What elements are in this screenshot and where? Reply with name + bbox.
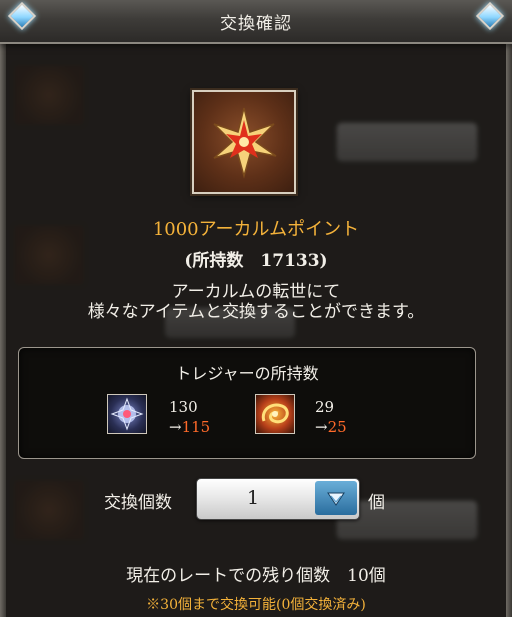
dialog-header: 交換確認 — [0, 0, 512, 44]
owned-count: (所持数 17133) — [184, 251, 328, 271]
dialog-title: 交換確認 — [220, 14, 292, 34]
description-line: 様々なアイテムと交換することができます。 — [87, 302, 425, 322]
blue-crystal-treasure-icon — [107, 394, 147, 434]
dropdown-arrow-button[interactable] — [315, 481, 357, 515]
frame-rail-right — [506, 42, 512, 617]
item-thumbnail — [192, 90, 296, 194]
frame-rail-left — [0, 42, 6, 617]
treasure-current: 29 — [315, 398, 335, 416]
treasure-count: 130 →115 — [169, 397, 210, 437]
treasure-count: 29 →25 — [315, 397, 347, 437]
treasure-after-line: →25 — [315, 418, 347, 436]
item-name: 1000アーカルムポイント — [152, 219, 360, 240]
treasure-after: 25 — [327, 418, 347, 436]
treasure-panel-title: トレジャーの所持数 — [175, 364, 319, 383]
quantity-unit: 個 — [368, 493, 385, 513]
treasure-after: 115 — [181, 418, 211, 436]
fire-swirl-treasure-icon — [255, 394, 295, 434]
exchange-confirm-dialog: 交換確認 1000アーカルムポイント (所持数 17133) アーカルムの転世に… — [0, 0, 512, 617]
exchange-limit-note: ※30個まで交換可能(0個交換済み) — [146, 597, 366, 613]
quantity-value: 1 — [246, 487, 260, 509]
quantity-select[interactable]: 1 — [196, 478, 360, 520]
remaining-count: 現在のレートでの残り個数 10個 — [126, 566, 386, 586]
item-description: アーカルムの転世にて 様々なアイテムと交換することができます。 — [0, 282, 512, 322]
quantity-label: 交換個数 — [104, 493, 172, 513]
treasure-after-line: →115 — [169, 418, 211, 436]
treasure-current: 130 — [169, 398, 198, 416]
treasure-panel: トレジャーの所持数 130 →115 29 →25 — [18, 347, 476, 459]
arcanum-star-icon — [213, 107, 277, 179]
description-line: アーカルムの転世にて — [171, 282, 341, 302]
chevron-down-icon — [327, 492, 345, 506]
